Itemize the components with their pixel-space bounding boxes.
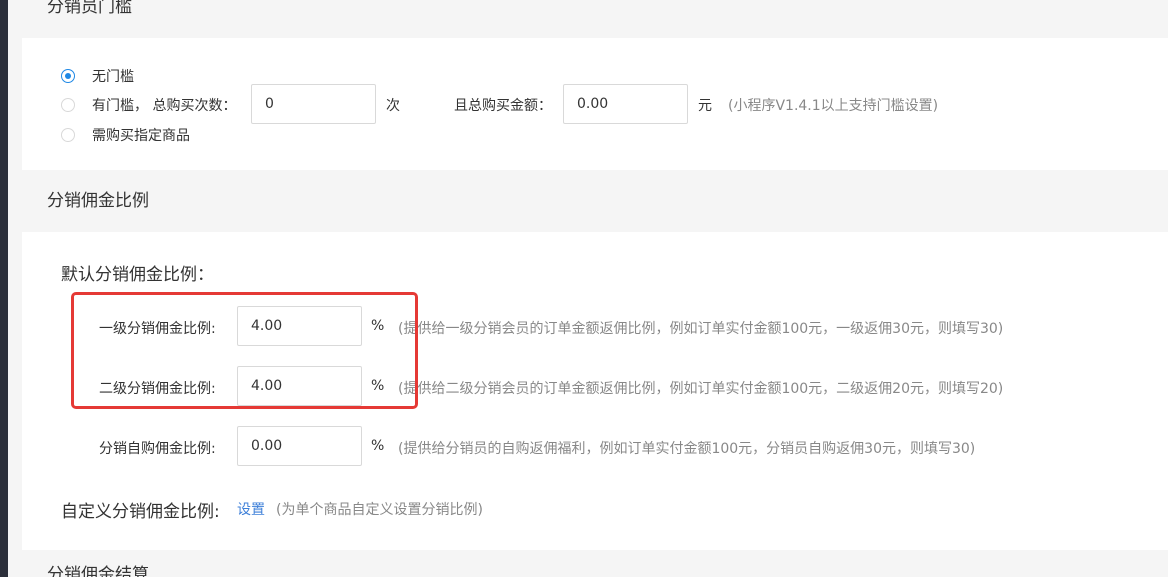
level2-percent-unit: % <box>371 378 385 394</box>
level2-commission-label: 二级分销佣金比例: <box>99 381 216 397</box>
radio-label-specific-product: 需购买指定商品 <box>92 128 190 144</box>
level2-commission-input[interactable] <box>237 366 362 406</box>
settlement-section-title: 分销佣金结算 <box>47 565 149 577</box>
radio-label-no-threshold: 无门槛 <box>92 69 134 85</box>
purchase-amount-input[interactable] <box>563 84 688 124</box>
threshold-section-title: 分销员门槛 <box>47 0 132 17</box>
purchase-count-unit: 次 <box>386 98 400 114</box>
self-purchase-commission-input[interactable] <box>237 426 362 466</box>
commission-section-header: 分销佣金比例 <box>22 170 1168 232</box>
settlement-section-header: 分销佣金结算 <box>22 550 1168 577</box>
custom-commission-hint: (为单个商品自定义设置分销比例) <box>276 502 483 518</box>
radio-checked-icon[interactable] <box>61 69 75 83</box>
level1-commission-label: 一级分销佣金比例: <box>99 321 216 337</box>
self-purchase-commission-hint: (提供给分销员的自购返佣福利，例如订单实付金额100元，分销员自购返佣30元，则… <box>398 441 976 457</box>
threshold-section-header: 分销员门槛 <box>22 0 1168 38</box>
purchase-amount-unit: 元 <box>698 98 712 114</box>
threshold-version-hint: (小程序V1.4.1以上支持门槛设置) <box>728 98 939 114</box>
radio-option-specific-product[interactable]: 需购买指定商品 <box>61 125 190 145</box>
radio-option-has-threshold[interactable]: 有门槛， 总购买次数： <box>61 95 236 115</box>
radio-unchecked-icon[interactable] <box>61 98 75 112</box>
purchase-amount-label: 且总购买金额： <box>454 98 552 114</box>
commission-section-title: 分销佣金比例 <box>47 191 149 211</box>
level1-commission-hint: (提供给一级分销会员的订单金额返佣比例，例如订单实付金额100元，一级返佣30元… <box>398 321 1004 337</box>
self-purchase-commission-label: 分销自购佣金比例: <box>99 441 216 457</box>
custom-commission-label: 自定义分销佣金比例: <box>61 502 220 522</box>
custom-commission-settings-link[interactable]: 设置 <box>237 499 265 519</box>
level1-commission-input[interactable] <box>237 306 362 346</box>
level2-commission-hint: (提供给二级分销会员的订单金额返佣比例，例如订单实付金额100元，二级返佣20元… <box>398 381 1004 397</box>
level1-percent-unit: % <box>371 318 385 334</box>
purchase-count-input[interactable] <box>251 84 376 124</box>
radio-option-no-threshold[interactable]: 无门槛 <box>61 66 134 86</box>
left-nav-rail <box>0 0 8 577</box>
default-commission-label: 默认分销佣金比例： <box>61 265 214 285</box>
left-gutter <box>8 0 22 577</box>
radio-label-has-threshold: 有门槛， 总购买次数： <box>92 98 237 114</box>
radio-unchecked-icon[interactable] <box>61 128 75 142</box>
self-purchase-percent-unit: % <box>371 438 385 454</box>
